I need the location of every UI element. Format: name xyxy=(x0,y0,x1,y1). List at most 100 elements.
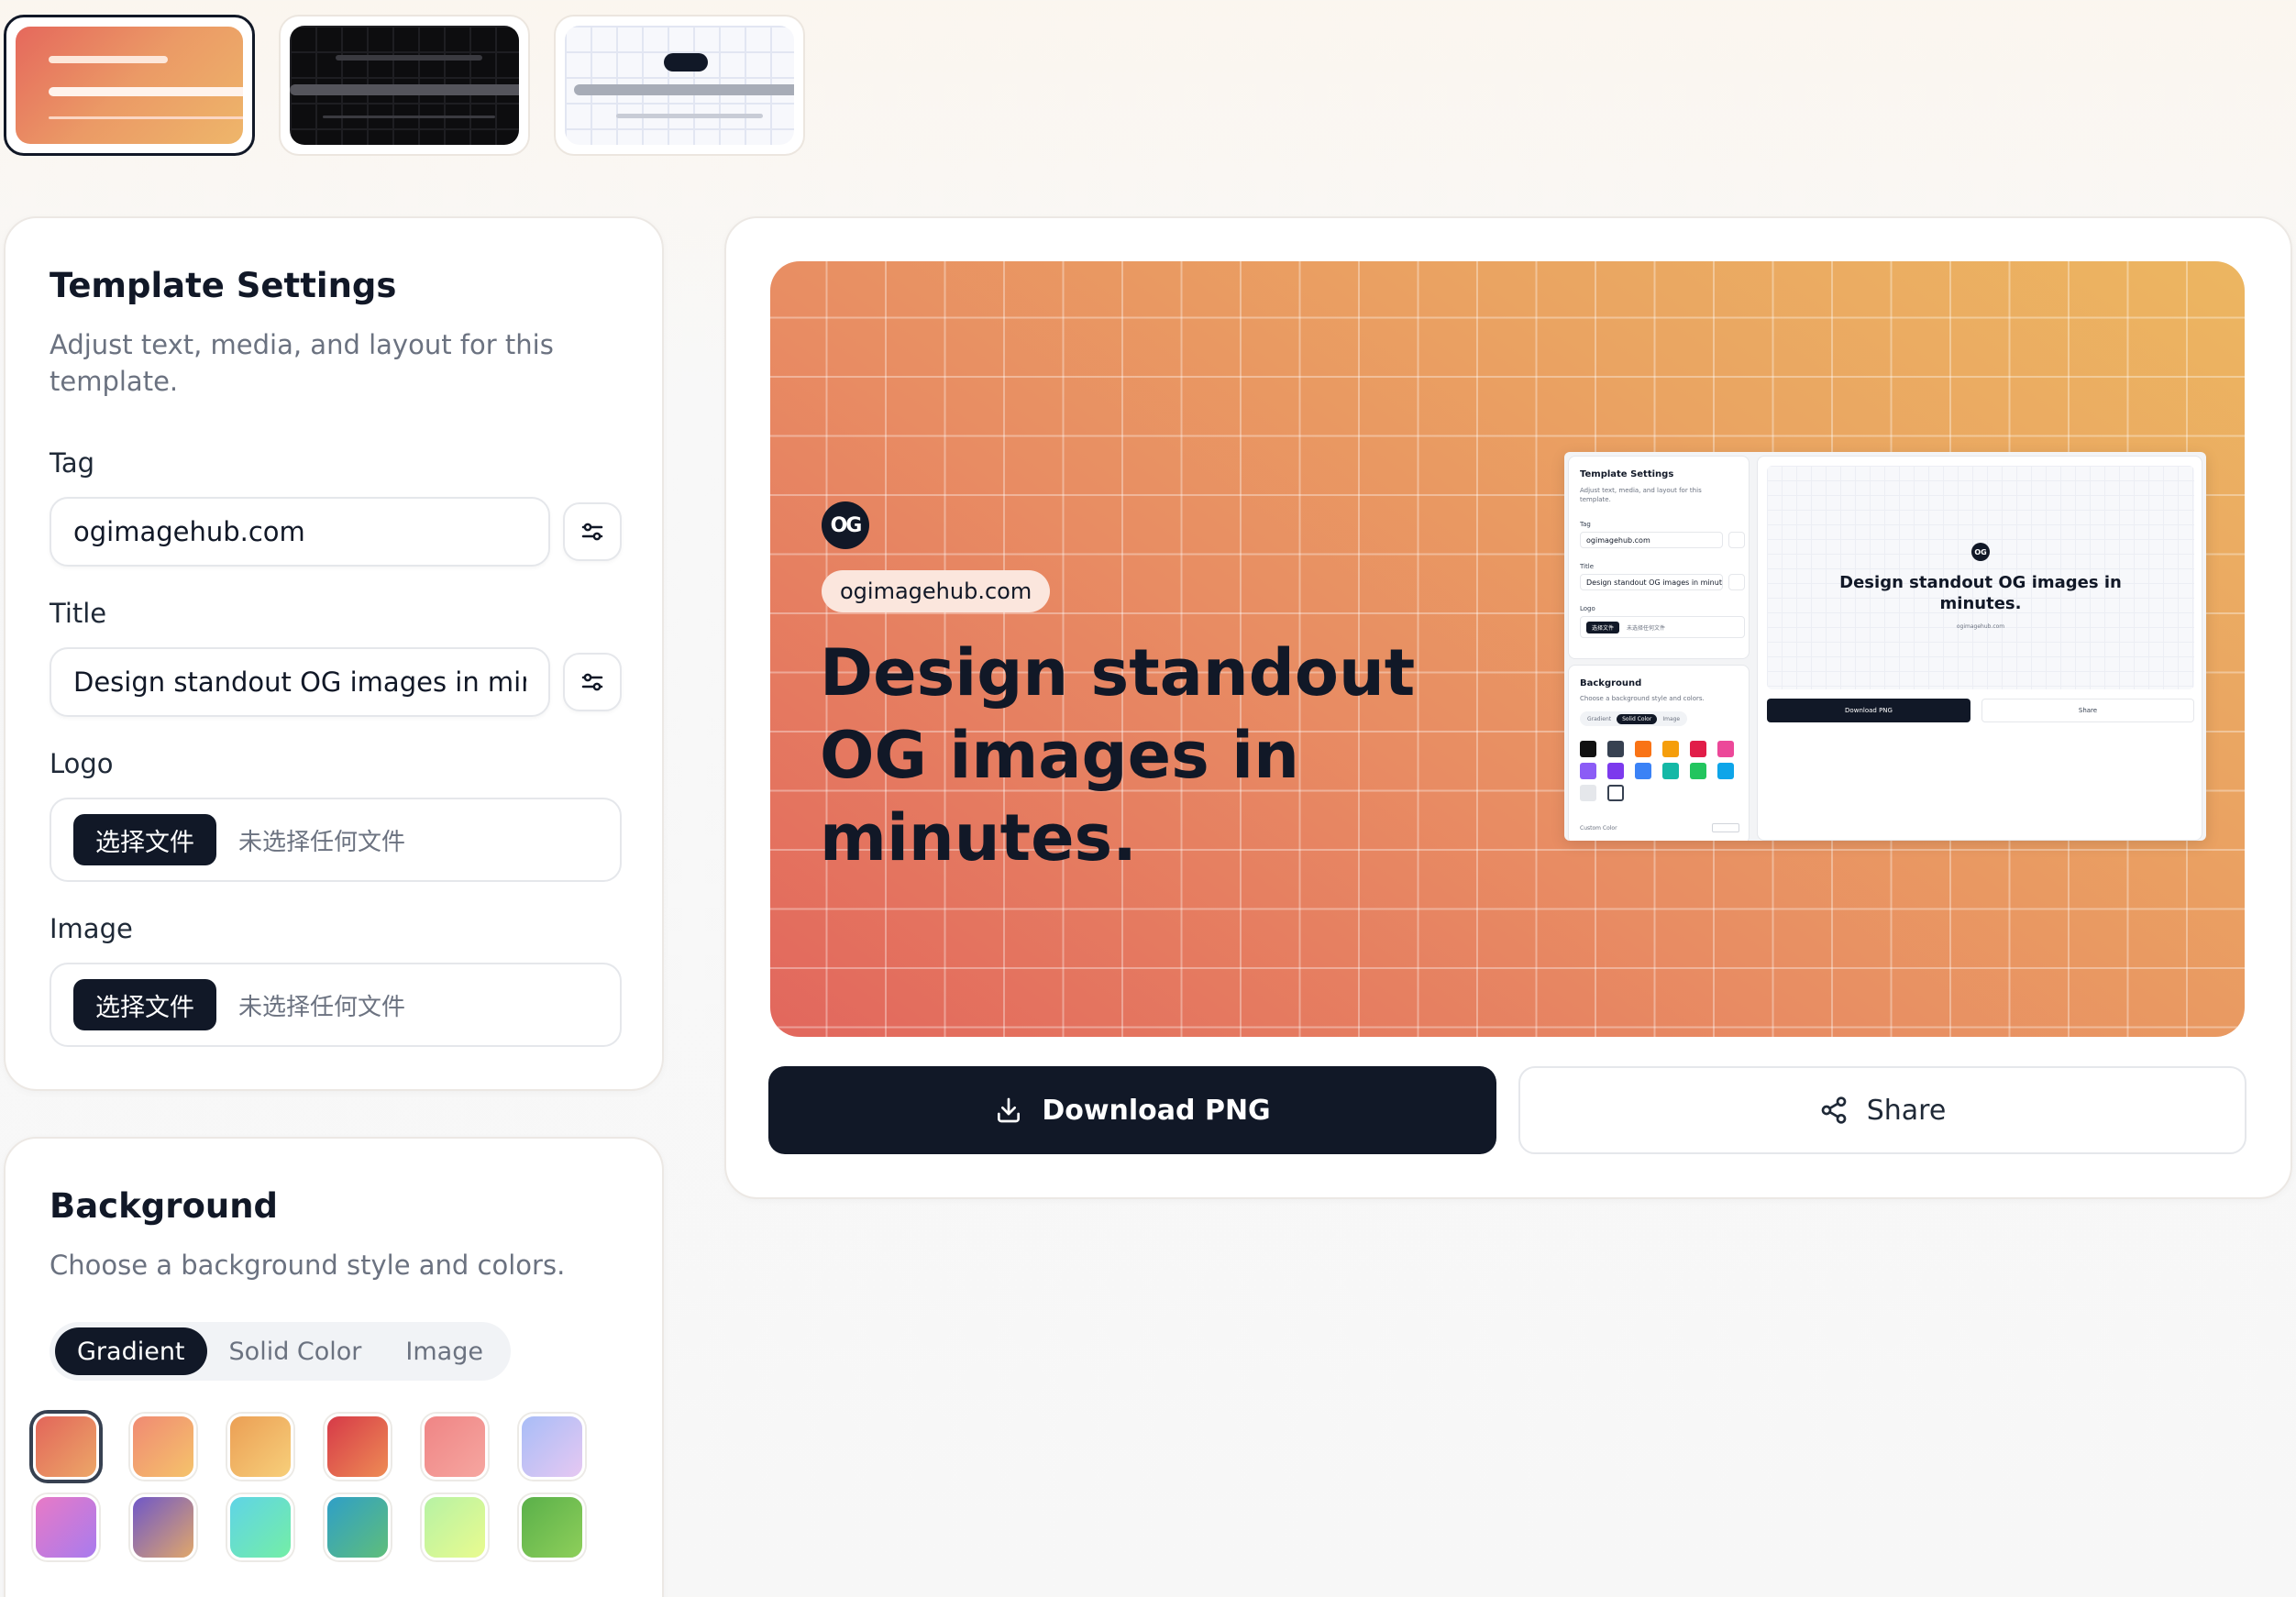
tag-options-button[interactable] xyxy=(563,502,622,561)
mini-preview-title: Design standout OG images in minutes. xyxy=(1839,573,2122,613)
mini-preview-image: OG Design standout OG images in minutes.… xyxy=(1767,466,2194,689)
logo-file-input[interactable]: 选择文件 未选择任何文件 xyxy=(50,798,622,882)
mini-settings-card: Template Settings Adjust text, media, an… xyxy=(1568,456,1750,659)
og-title: Design standout OG images in minutes. xyxy=(820,635,1416,876)
mini-tag-options xyxy=(1728,532,1745,548)
mini-file-status: 未选择任何文件 xyxy=(1627,624,1666,632)
mini-color-swatch xyxy=(1717,763,1734,779)
mini-settings-desc: Adjust text, media, and layout for this … xyxy=(1580,487,1702,503)
mini-color-swatch xyxy=(1580,785,1596,801)
download-label: Download PNG xyxy=(1042,1094,1271,1127)
background-card: Background Choose a background style and… xyxy=(4,1137,664,1597)
tab-solid-color[interactable]: Solid Color xyxy=(207,1327,384,1375)
settings-description: Adjust text, media, and layout for this … xyxy=(50,329,554,397)
gradient-swatch[interactable] xyxy=(325,1414,391,1480)
mini-title-options xyxy=(1728,574,1745,590)
share-button[interactable]: Share xyxy=(1518,1066,2246,1154)
mini-tag-input: ogimagehub.com xyxy=(1580,532,1723,548)
sliders-icon xyxy=(581,523,603,541)
share-label: Share xyxy=(1866,1094,1947,1127)
gradient-swatch[interactable] xyxy=(227,1414,293,1480)
og-embedded-screenshot: Template Settings Adjust text, media, an… xyxy=(1564,452,2206,841)
mini-tab-image: Image xyxy=(1662,715,1681,722)
title-label: Title xyxy=(50,598,107,629)
mini-tab-gradient: Gradient xyxy=(1587,715,1612,722)
background-description: Choose a background style and colors. xyxy=(50,1250,566,1281)
mini-title-label: Title xyxy=(1580,563,1595,570)
mini-color-swatch xyxy=(1607,785,1624,801)
mini-logo-label: Logo xyxy=(1580,605,1595,612)
og-image-preview: OG ogimagehub.com Design standout OG ima… xyxy=(770,261,2245,1037)
gradient-swatch[interactable] xyxy=(519,1414,585,1480)
og-tag: ogimagehub.com xyxy=(822,570,1051,612)
share-icon xyxy=(1821,1096,1847,1124)
image-file-status: 未选择任何文件 xyxy=(238,993,406,1021)
template-preview xyxy=(290,26,519,145)
og-logo-icon: OG xyxy=(822,501,869,549)
mini-color-swatch xyxy=(1662,741,1679,757)
mini-color-swatch xyxy=(1607,763,1624,779)
image-choose-file-button[interactable]: 选择文件 xyxy=(73,979,216,1030)
gradient-swatch[interactable] xyxy=(33,1494,99,1560)
logo-file-status: 未选择任何文件 xyxy=(238,828,406,856)
gradient-swatch[interactable] xyxy=(227,1494,293,1560)
template-preview xyxy=(565,26,794,145)
tab-gradient[interactable]: Gradient xyxy=(55,1327,207,1375)
mini-download-label: Download PNG xyxy=(1845,707,1893,714)
mini-bg-title: Background xyxy=(1580,678,1642,688)
gradient-swatch[interactable] xyxy=(33,1414,99,1480)
mini-tab-solid: Solid Color xyxy=(1617,713,1658,724)
sliders-icon xyxy=(581,673,603,691)
mini-bg-desc: Choose a background style and colors. xyxy=(1580,695,1705,702)
mini-custom-color-input xyxy=(1712,823,1739,832)
download-png-button[interactable]: Download PNG xyxy=(768,1066,1496,1154)
mini-preview-card: OG Design standout OG images in minutes.… xyxy=(1757,456,2202,841)
tab-image[interactable]: Image xyxy=(383,1327,505,1375)
mini-color-swatch xyxy=(1690,763,1706,779)
mini-preview-tag: ogimagehub.com xyxy=(1956,623,2005,630)
mini-background-card: Background Choose a background style and… xyxy=(1568,665,1750,841)
mini-settings-title: Template Settings xyxy=(1580,469,1674,479)
download-icon xyxy=(998,1097,1021,1123)
mini-tag-label: Tag xyxy=(1580,521,1591,528)
logo-label: Logo xyxy=(50,748,114,779)
gradient-swatch[interactable] xyxy=(130,1494,196,1560)
tag-input[interactable] xyxy=(50,497,550,567)
gradient-swatch[interactable] xyxy=(325,1494,391,1560)
mini-share-label: Share xyxy=(2078,707,2098,714)
template-thumb-gradient[interactable] xyxy=(4,15,255,156)
gradient-swatch[interactable] xyxy=(422,1414,488,1480)
mini-preview-logo-icon: OG xyxy=(1971,543,1990,561)
mini-bg-tabs: Gradient Solid Color Image xyxy=(1580,711,1688,726)
gradient-swatch[interactable] xyxy=(422,1494,488,1560)
mini-title-input: Design standout OG images in minut xyxy=(1580,574,1723,590)
mini-color-swatch xyxy=(1635,741,1651,757)
template-thumb-dark[interactable] xyxy=(279,15,530,156)
mini-file-button: 选择文件 xyxy=(1586,621,1620,633)
title-input[interactable] xyxy=(50,647,550,717)
template-preview xyxy=(16,27,243,144)
gradient-swatch[interactable] xyxy=(130,1414,196,1480)
mini-logo-input: 选择文件 未选择任何文件 xyxy=(1580,616,1745,638)
template-settings-card: Template Settings Adjust text, media, an… xyxy=(4,216,664,1091)
mini-color-swatch xyxy=(1635,763,1651,779)
gradient-swatch[interactable] xyxy=(519,1494,585,1560)
tag-label: Tag xyxy=(50,447,95,479)
mini-color-swatch xyxy=(1580,741,1596,757)
logo-choose-file-button[interactable]: 选择文件 xyxy=(73,814,216,865)
mini-color-swatch xyxy=(1607,741,1624,757)
background-style-tabs: Gradient Solid Color Image xyxy=(50,1322,511,1381)
mini-color-swatch xyxy=(1690,741,1706,757)
settings-title: Template Settings xyxy=(50,266,397,305)
mini-color-swatch xyxy=(1662,763,1679,779)
mini-download-button: Download PNG xyxy=(1767,699,1970,722)
image-file-input[interactable]: 选择文件 未选择任何文件 xyxy=(50,963,622,1047)
title-options-button[interactable] xyxy=(563,653,622,711)
mini-share-button: Share xyxy=(1981,699,2194,722)
mini-color-swatch xyxy=(1717,741,1734,757)
template-thumb-light[interactable] xyxy=(554,15,805,156)
mini-color-swatch xyxy=(1580,763,1596,779)
image-label: Image xyxy=(50,913,133,944)
mini-custom-color-label: Custom Color xyxy=(1580,825,1617,832)
background-title: Background xyxy=(50,1186,279,1226)
